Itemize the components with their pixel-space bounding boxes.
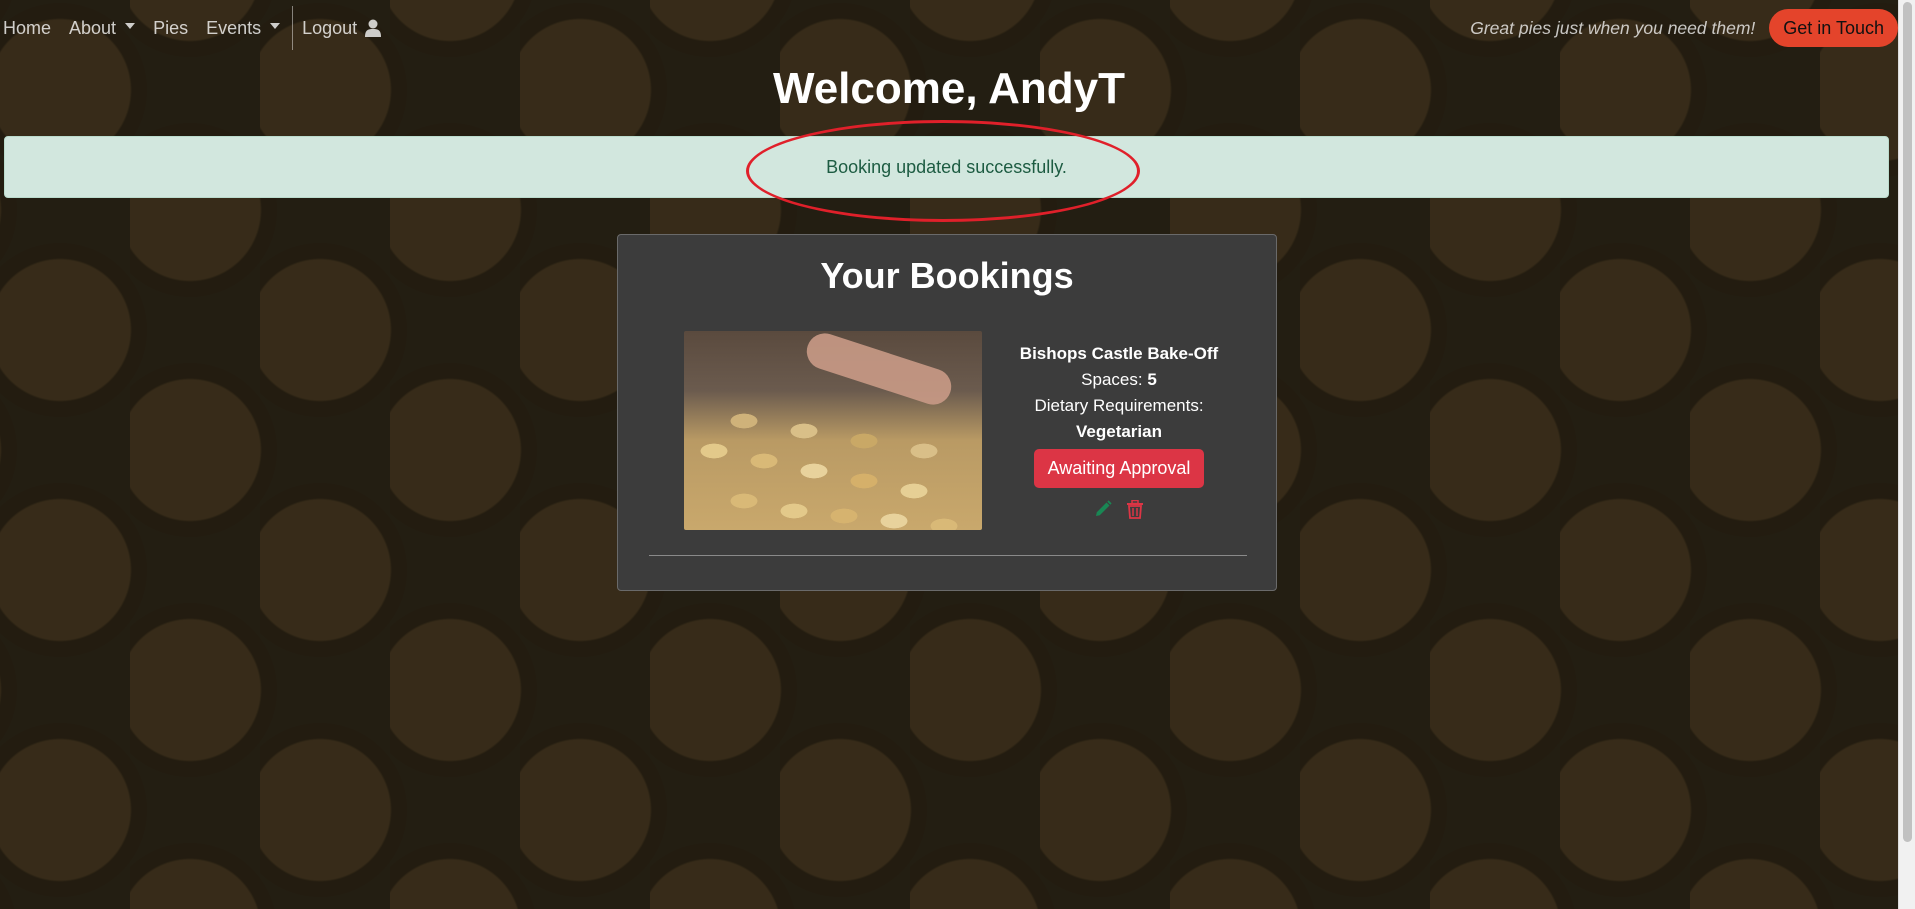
event-image [684, 331, 982, 530]
nav-logout-label: Logout [302, 17, 358, 38]
get-in-touch-button[interactable]: Get in Touch [1769, 9, 1898, 47]
caret-down-icon [270, 23, 281, 29]
nav-pies-label: Pies [153, 17, 189, 38]
alert-message: Booking updated successfully. [826, 156, 1067, 177]
nav-events-dropdown[interactable]: Events [197, 8, 289, 48]
spaces-value: 5 [1147, 370, 1157, 389]
caret-down-icon [125, 23, 136, 29]
bookings-title: Your Bookings [820, 255, 1074, 296]
nav-home-link[interactable]: Home [0, 8, 60, 48]
scrollbar-thumb[interactable] [1903, 2, 1912, 842]
dietary-value: Vegetarian [1076, 422, 1162, 441]
pencil-icon[interactable] [1094, 500, 1112, 519]
booking-details: Bishops Castle Bake-Off Spaces: 5 Dietar… [994, 341, 1244, 519]
nav-pies-link[interactable]: Pies [144, 8, 197, 48]
nav-links: Home About Pies Events Logout [0, 0, 390, 56]
spaces-row: Spaces: 5 [994, 367, 1244, 393]
spaces-label: Spaces: [1081, 370, 1143, 389]
page-title: Welcome, AndyT [772, 64, 1126, 113]
bookings-card: Your Bookings Bishops Castle Bake-Off Sp… [617, 234, 1277, 591]
event-image-detail [802, 331, 956, 410]
user-icon [365, 19, 382, 37]
nav-logout-link[interactable]: Logout [293, 8, 390, 48]
event-name: Bishops Castle Bake-Off [1019, 344, 1219, 363]
navbar: Home About Pies Events Logout Great pies… [0, 0, 1898, 56]
nav-home-label: Home [3, 17, 52, 38]
booking-actions [994, 500, 1244, 519]
trash-icon[interactable] [1126, 500, 1144, 519]
card-divider [649, 555, 1247, 556]
booking-item: Bishops Castle Bake-Off Spaces: 5 Dietar… [684, 331, 1224, 531]
nav-about-dropdown[interactable]: About [60, 8, 144, 48]
nav-about-label: About [69, 17, 117, 38]
nav-right: Great pies just when you need them! Get … [1470, 9, 1898, 47]
nav-events-label: Events [206, 17, 262, 38]
dietary-label: Dietary Requirements: [1034, 396, 1204, 415]
tagline: Great pies just when you need them! [1470, 17, 1756, 38]
status-button[interactable]: Awaiting Approval [1033, 449, 1205, 488]
success-alert: Booking updated successfully. [4, 136, 1889, 198]
page-scrollbar[interactable] [1898, 0, 1915, 909]
